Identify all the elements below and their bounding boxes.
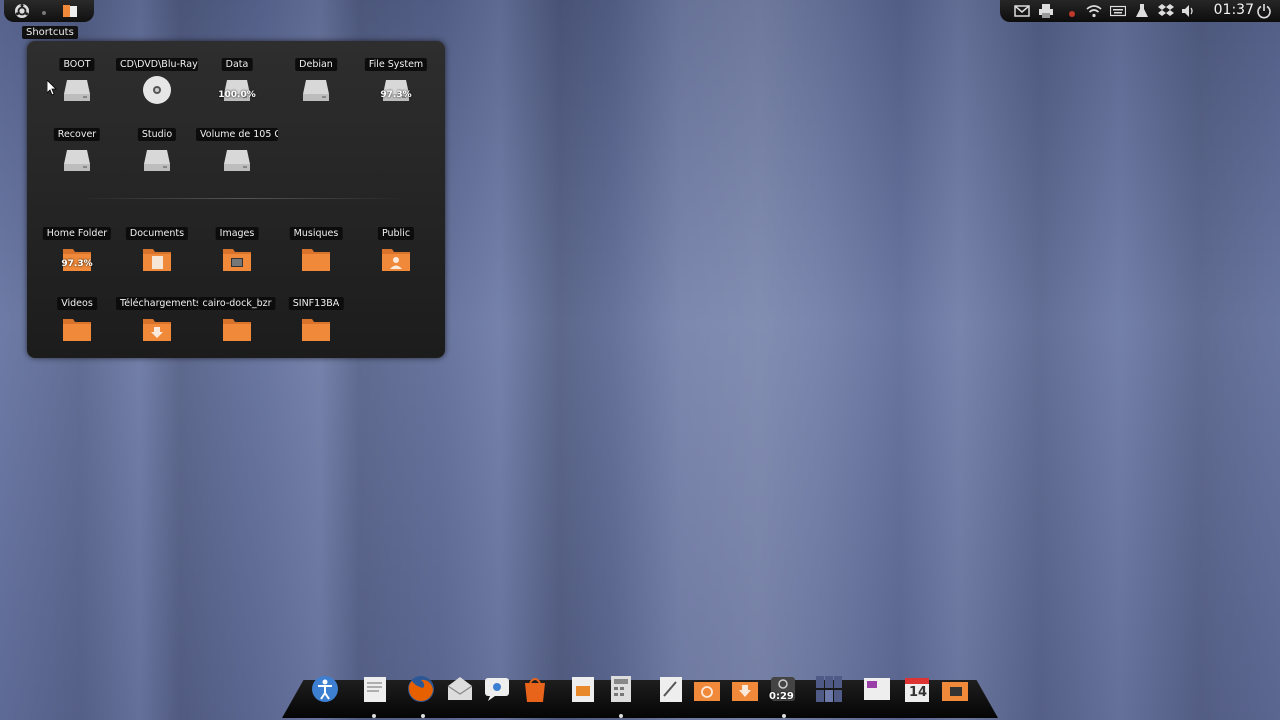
shortcut-item[interactable]: Téléchargements [116,297,198,357]
hard-drive-icon [61,144,93,176]
wifi-icon[interactable] [1086,3,1102,19]
calendar-day-label: 14 [908,685,928,700]
chat-icon[interactable] [482,674,512,704]
top-left-launcher [4,0,94,22]
music-folder-icon [300,243,332,275]
section-separator [77,198,407,199]
shortcut-item[interactable]: CD\DVD\Blu-Ray [116,58,198,118]
running-indicator [421,714,425,718]
shortcut-label: Home Folder [42,227,112,240]
folder-icon [300,313,332,345]
public-folder-icon [380,243,412,275]
shortcut-item[interactable]: Videos [37,297,117,357]
running-indicator [619,714,623,718]
shortcuts-icon[interactable] [62,3,78,19]
downloads-folder-icon[interactable] [730,674,760,704]
clock[interactable]: 01:37 [1214,2,1254,18]
usage-percent: 97.3% [61,259,93,269]
hard-drive-icon [141,144,173,176]
firefox-icon[interactable] [406,674,436,704]
shortcut-label: cairo-dock_bzr [198,297,276,310]
calculator-icon[interactable] [606,674,636,704]
power-icon[interactable] [1256,3,1272,19]
shortcut-item[interactable]: Home Folder 97.3% [37,227,117,287]
screenshot-icon[interactable] [862,674,892,704]
ubuntu-logo-icon[interactable] [14,3,30,19]
running-indicator [782,714,786,718]
shortcut-item[interactable]: Debian [276,58,356,118]
dock-timer-label: 0:29 [769,691,794,702]
backup-folder-icon[interactable] [692,674,722,704]
text-editor-icon[interactable] [360,674,390,704]
shortcut-label: SINF13BA [288,297,344,310]
shortcut-item[interactable]: File System 97.3% [356,58,436,118]
shortcut-label: Debian [295,58,337,71]
network-icon[interactable] [1064,3,1080,19]
workspace-switcher-icon[interactable] [814,674,844,704]
shortcut-item[interactable]: Documents [117,227,197,287]
shortcut-label: Public [377,227,415,240]
shortcut-label: BOOT [59,58,95,71]
presentation-icon[interactable] [568,674,598,704]
shortcut-label: Documents [125,227,189,240]
shortcut-item[interactable]: Volume de 105 Go [196,128,278,188]
usage-percent: 100.0% [218,90,256,100]
top-panel: 01:37 [1000,0,1280,22]
accessibility-icon[interactable] [310,674,340,704]
hard-drive-icon [61,74,93,106]
shortcut-label: Recover [53,128,101,141]
optical-disc-icon [141,74,173,106]
shortcut-label: Videos [57,297,97,310]
shortcut-label: Musiques [289,227,343,240]
shortcut-item[interactable]: Public [356,227,436,287]
shortcut-item[interactable]: Recover [37,128,117,188]
hard-drive-icon [300,74,332,106]
volume-icon[interactable] [1180,3,1196,19]
shortcut-item[interactable]: Musiques [276,227,356,287]
mail-icon[interactable] [1014,3,1030,19]
shortcut-label: Data [221,58,253,71]
software-center-icon[interactable] [520,674,550,704]
mail-client-icon[interactable] [445,674,475,704]
shortcut-label: CD\DVD\Blu-Ray [116,58,198,71]
dropbox-icon[interactable] [1158,3,1174,19]
usage-percent: 97.3% [380,90,412,100]
shortcut-label: Studio [137,128,177,141]
running-indicator [372,714,376,718]
shortcuts-tooltip: Shortcuts [22,26,78,39]
notes-icon[interactable] [656,674,686,704]
lab-flask-icon[interactable] [1134,3,1150,19]
downloads-folder-icon [141,313,173,345]
keyboard-icon[interactable] [1109,3,1127,19]
folder-icon [221,313,253,345]
shortcut-item[interactable]: SINF13BA [276,297,356,357]
shortcut-item[interactable]: cairo-dock_bzr [197,297,277,357]
shortcut-item[interactable]: Studio [117,128,197,188]
mouse-cursor-icon [47,80,57,96]
images-folder-icon [221,243,253,275]
videos-folder-icon [61,313,93,345]
images-folder-icon[interactable] [940,674,970,704]
shortcut-label: File System [364,58,428,71]
shortcut-label: Volume de 105 Go [196,128,278,141]
shortcut-label: Téléchargements [116,297,198,310]
shortcut-label: Images [215,227,259,240]
separator-dot-icon [36,3,52,19]
printer-icon[interactable] [1038,3,1054,19]
shortcut-item[interactable]: Data 100.0% [197,58,277,118]
shortcuts-panel: BOOT CD\DVD\Blu-Ray Data 100.0% Debian File S… [27,41,445,358]
documents-folder-icon [141,243,173,275]
shortcut-item[interactable]: Images [197,227,277,287]
hard-drive-icon [221,144,253,176]
